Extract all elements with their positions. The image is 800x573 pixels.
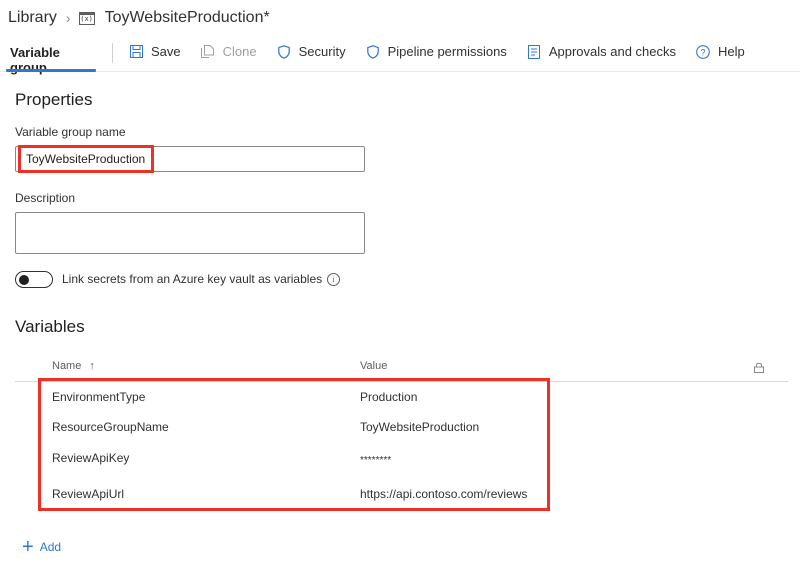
toolbar: Variable group Save Clone Security Pipel… bbox=[0, 38, 800, 75]
tab-variable-group[interactable]: Variable group bbox=[6, 38, 96, 75]
column-header-value: Value bbox=[360, 360, 388, 372]
clone-icon bbox=[201, 45, 215, 59]
approvals-and-checks-button[interactable]: Approvals and checks bbox=[527, 38, 676, 65]
variables-heading: Variables bbox=[15, 317, 85, 336]
keyvault-toggle[interactable] bbox=[15, 271, 53, 288]
approvals-and-checks-label: Approvals and checks bbox=[548, 44, 676, 59]
shield-icon bbox=[366, 44, 380, 59]
column-header-name[interactable]: Name ↑ bbox=[52, 360, 95, 372]
toolbar-divider bbox=[112, 43, 113, 63]
variable-name-cell[interactable]: ReviewApiKey bbox=[52, 451, 129, 465]
variable-name-cell[interactable]: EnvironmentType bbox=[52, 390, 145, 404]
pipeline-permissions-button[interactable]: Pipeline permissions bbox=[366, 38, 507, 65]
page-title: ToyWebsiteProduction* bbox=[104, 9, 270, 26]
svg-text:?: ? bbox=[700, 47, 705, 57]
variable-group-icon: (x) bbox=[78, 11, 95, 25]
active-tab-indicator bbox=[6, 69, 96, 72]
lock-icon bbox=[754, 360, 764, 373]
variable-group-name-label: Variable group name bbox=[15, 125, 126, 139]
table-header-divider bbox=[15, 381, 788, 382]
breadcrumb-library-link[interactable]: Library bbox=[8, 9, 57, 27]
checklist-icon bbox=[527, 44, 541, 59]
variable-name-cell[interactable]: ReviewApiUrl bbox=[52, 487, 124, 501]
clone-button[interactable]: Clone bbox=[201, 38, 257, 65]
help-icon: ? bbox=[696, 44, 710, 59]
add-label: Add bbox=[39, 540, 62, 554]
add-variable-button[interactable]: + Add bbox=[22, 536, 62, 558]
keyvault-toggle-label: Link secrets from an Azure key vault as … bbox=[62, 272, 323, 286]
description-input[interactable] bbox=[15, 212, 365, 254]
help-label: Help bbox=[718, 44, 745, 59]
save-button[interactable]: Save bbox=[129, 38, 181, 65]
column-header-name-label: Name bbox=[52, 360, 82, 372]
help-button[interactable]: ? Help bbox=[696, 38, 745, 65]
variable-value-cell[interactable]: https://api.contoso.com/reviews bbox=[360, 487, 527, 501]
toggle-knob bbox=[19, 275, 29, 285]
chevron-right-icon: › bbox=[65, 10, 71, 26]
shield-icon bbox=[277, 44, 291, 59]
security-button[interactable]: Security bbox=[277, 38, 346, 65]
variable-name-cell[interactable]: ResourceGroupName bbox=[52, 420, 169, 434]
variable-group-name-input[interactable] bbox=[15, 146, 365, 172]
clone-label: Clone bbox=[222, 44, 257, 59]
security-label: Security bbox=[298, 44, 346, 59]
description-label: Description bbox=[15, 191, 76, 205]
breadcrumb: Library › (x) ToyWebsiteProduction* bbox=[8, 7, 270, 29]
sort-ascending-icon: ↑ bbox=[89, 360, 95, 372]
variable-value-cell-secret[interactable]: ******** bbox=[360, 455, 391, 466]
info-icon[interactable]: i bbox=[327, 273, 340, 286]
plus-icon: + bbox=[22, 536, 34, 558]
variable-value-cell[interactable]: Production bbox=[360, 390, 417, 404]
variable-value-cell[interactable]: ToyWebsiteProduction bbox=[360, 420, 479, 434]
save-label: Save bbox=[151, 44, 181, 59]
properties-heading: Properties bbox=[15, 90, 93, 109]
save-icon bbox=[129, 45, 143, 59]
pipeline-permissions-label: Pipeline permissions bbox=[387, 44, 507, 59]
